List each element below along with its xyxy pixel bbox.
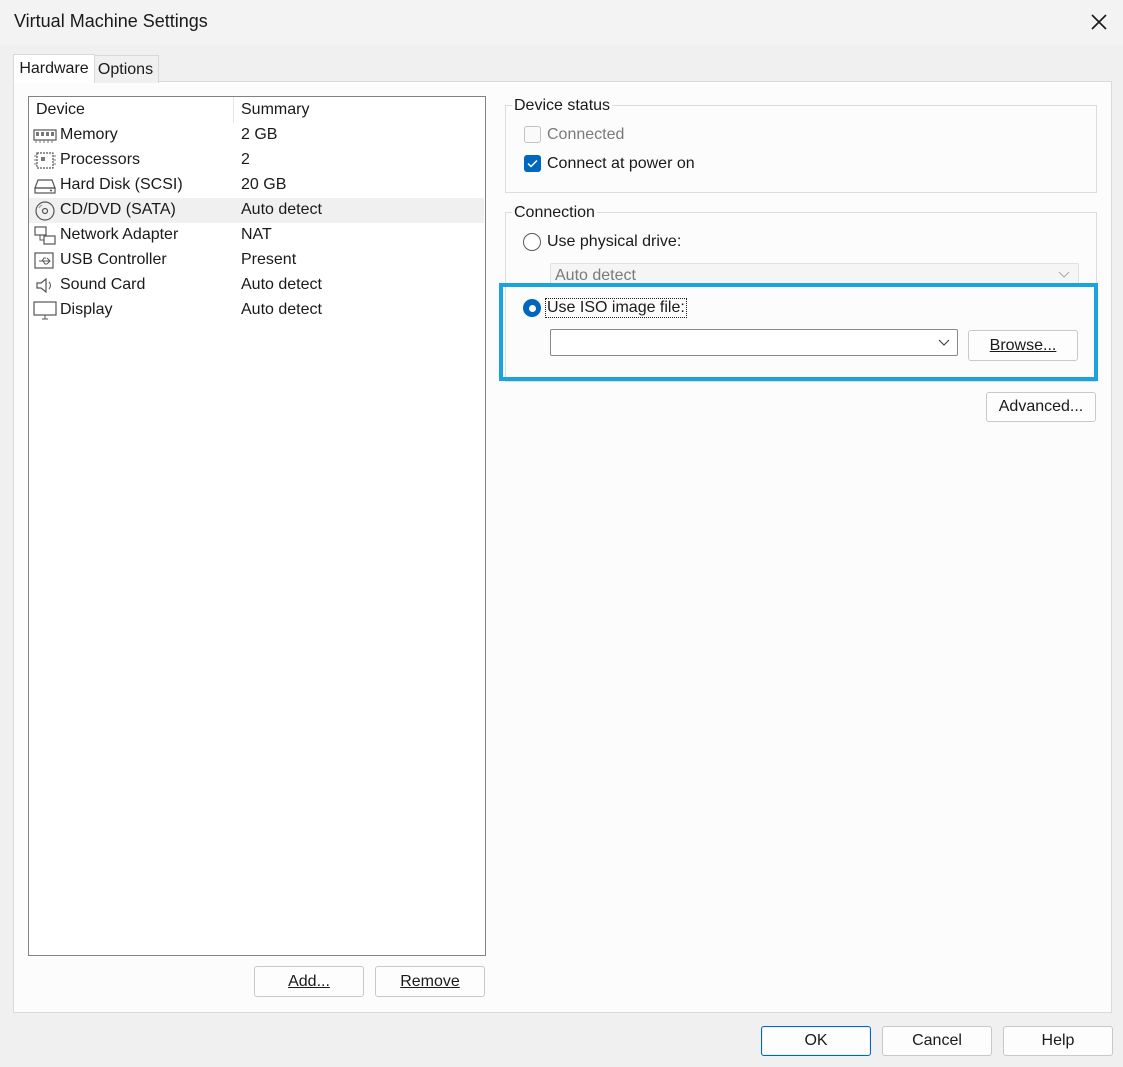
column-divider[interactable] bbox=[233, 97, 234, 123]
add-button-label: Add... bbox=[288, 972, 330, 990]
column-header-device[interactable]: Device bbox=[36, 101, 85, 119]
device-summary: 2 bbox=[241, 151, 250, 168]
device-summary: 20 GB bbox=[241, 176, 287, 193]
device-name: Network Adapter bbox=[60, 226, 179, 243]
help-button[interactable]: Help bbox=[1003, 1026, 1113, 1056]
device-row-display[interactable]: Display Auto detect bbox=[29, 298, 484, 323]
iso-selection-highlight bbox=[499, 283, 1098, 381]
device-summary: 2 GB bbox=[241, 126, 278, 143]
monitor-icon bbox=[33, 300, 57, 321]
column-header-summary[interactable]: Summary bbox=[241, 101, 309, 119]
device-name: USB Controller bbox=[60, 251, 167, 268]
device-row-processors[interactable]: Processors 2 bbox=[29, 148, 484, 173]
use-physical-drive-label[interactable]: Use physical drive: bbox=[547, 233, 681, 251]
device-row-hard-disk[interactable]: Hard Disk (SCSI) 20 GB bbox=[29, 173, 484, 198]
connect-at-power-on-checkbox[interactable] bbox=[524, 155, 541, 172]
device-row-cd-dvd[interactable]: CD/DVD (SATA) Auto detect bbox=[29, 198, 484, 223]
device-summary: Auto detect bbox=[241, 301, 322, 318]
cd-dvd-icon bbox=[33, 200, 57, 221]
device-row-network-adapter[interactable]: Network Adapter NAT bbox=[29, 223, 484, 248]
device-summary: Auto detect bbox=[241, 201, 322, 218]
window-title: Virtual Machine Settings bbox=[14, 11, 208, 31]
chevron-down-icon bbox=[1058, 271, 1070, 278]
add-device-button[interactable]: Add... bbox=[254, 966, 364, 997]
advanced-button[interactable]: Advanced... bbox=[986, 392, 1096, 422]
device-row-usb-controller[interactable]: USB Controller Present bbox=[29, 248, 484, 273]
connection-label: Connection bbox=[512, 204, 597, 222]
device-name: Display bbox=[60, 301, 113, 318]
device-summary: Present bbox=[241, 251, 297, 268]
device-name: CD/DVD (SATA) bbox=[60, 201, 176, 218]
device-name: Hard Disk (SCSI) bbox=[60, 176, 183, 193]
device-name: Memory bbox=[60, 126, 118, 143]
remove-device-button[interactable]: Remove bbox=[375, 966, 485, 997]
ok-button[interactable]: OK bbox=[761, 1026, 871, 1056]
device-status-group bbox=[505, 105, 1097, 193]
use-physical-drive-radio[interactable] bbox=[523, 233, 541, 251]
network-adapter-icon bbox=[33, 225, 57, 246]
tab-options[interactable]: Options bbox=[93, 55, 159, 83]
usb-icon bbox=[33, 250, 57, 271]
checkmark-icon bbox=[527, 159, 538, 168]
remove-button-label: Remove bbox=[400, 972, 460, 990]
device-name: Sound Card bbox=[60, 276, 146, 293]
memory-icon bbox=[33, 125, 57, 146]
device-status-label: Device status bbox=[512, 97, 613, 115]
connected-checkbox bbox=[524, 126, 541, 143]
device-row-sound-card[interactable]: Sound Card Auto detect bbox=[29, 273, 484, 298]
cancel-button[interactable]: Cancel bbox=[882, 1026, 992, 1056]
hard-disk-icon bbox=[33, 175, 57, 196]
tab-hardware[interactable]: Hardware bbox=[13, 54, 95, 83]
device-row-memory[interactable]: Memory 2 GB bbox=[29, 123, 484, 148]
device-summary: NAT bbox=[241, 226, 272, 243]
speaker-icon bbox=[33, 275, 57, 296]
device-summary: Auto detect bbox=[241, 276, 322, 293]
advanced-button-label: Advanced... bbox=[998, 398, 1084, 415]
connect-at-power-on-label[interactable]: Connect at power on bbox=[547, 155, 695, 173]
processor-icon bbox=[33, 150, 57, 171]
connected-label: Connected bbox=[547, 126, 625, 143]
close-icon[interactable] bbox=[1086, 8, 1112, 36]
device-name: Processors bbox=[60, 151, 141, 168]
